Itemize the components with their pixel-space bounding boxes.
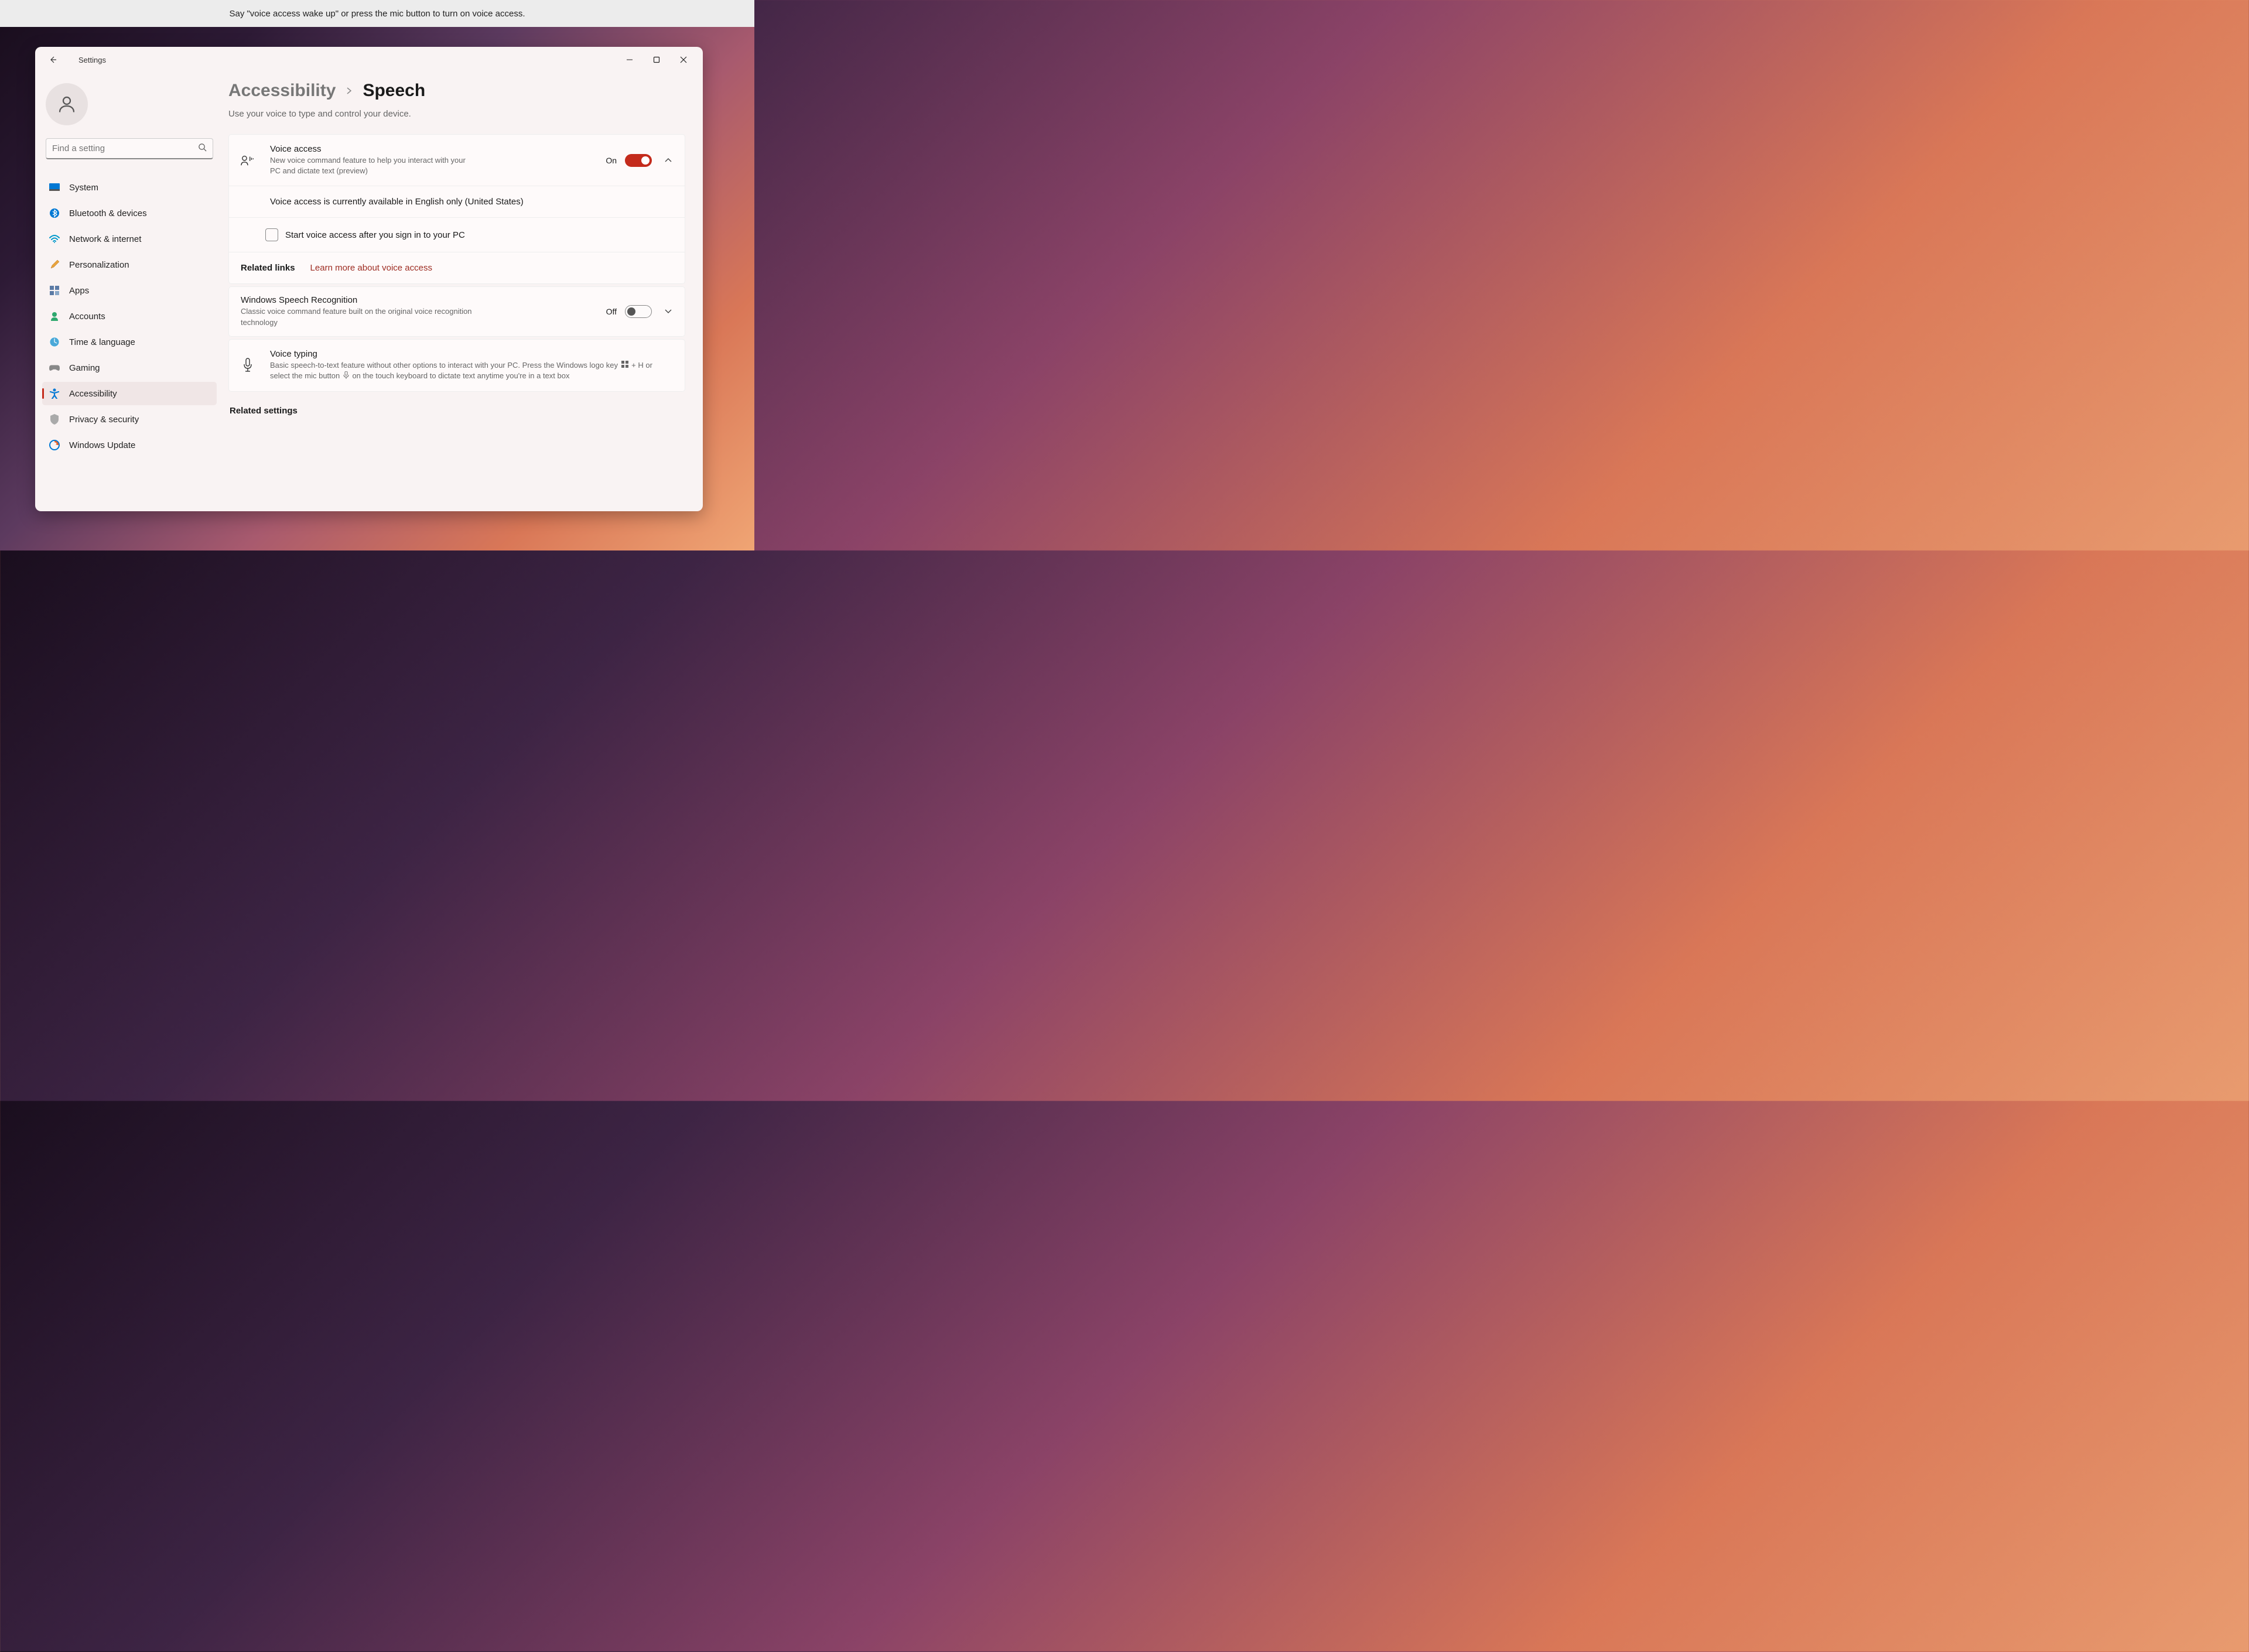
sidebar-item-label: Network & internet [69,234,141,244]
voice-typing-row: Voice typing Basic speech-to-text featur… [229,340,685,391]
maximize-button[interactable] [643,50,670,69]
banner-text: Say "voice access wake up" or press the … [229,9,525,19]
chevron-down-icon[interactable] [664,309,673,314]
sidebar-item-time-language[interactable]: Time & language [42,330,217,354]
sidebar-item-privacy[interactable]: Privacy & security [42,408,217,431]
search-icon [198,143,207,155]
close-button[interactable] [670,50,697,69]
sidebar-item-accessibility[interactable]: Accessibility [42,382,217,405]
wsr-row[interactable]: Windows Speech Recognition Classic voice… [229,287,685,336]
shield-icon [49,414,60,425]
voice-access-title: Voice access [270,144,606,154]
sidebar-item-label: Privacy & security [69,415,139,425]
mic-icon [241,358,255,373]
chevron-right-icon [345,83,353,98]
wsr-title: Windows Speech Recognition [241,295,606,305]
update-icon [49,440,60,450]
learn-more-link[interactable]: Learn more about voice access [310,263,432,273]
windows-key-icon [621,360,628,371]
voice-access-header-row[interactable]: Voice access New voice command feature t… [229,135,685,186]
sidebar-item-personalization[interactable]: Personalization [42,253,217,276]
wsr-description: Classic voice command feature built on t… [241,306,475,327]
wsr-toggle[interactable] [625,305,652,318]
voice-access-autostart-row[interactable]: Start voice access after you sign in to … [229,217,685,252]
sidebar-item-label: Time & language [69,337,135,347]
wifi-icon [49,234,60,244]
sidebar-item-label: Apps [69,286,89,296]
sidebar-item-bluetooth[interactable]: Bluetooth & devices [42,201,217,225]
minimize-button[interactable] [616,50,643,69]
voice-access-availability-note: Voice access is currently available in E… [229,186,685,217]
voice-access-related-links: Related links Learn more about voice acc… [229,252,685,283]
clock-globe-icon [49,337,60,347]
related-links-label: Related links [241,263,295,273]
sidebar: System Bluetooth & devices Network & int… [35,73,224,511]
sidebar-item-label: Personalization [69,260,129,270]
back-button[interactable] [48,55,57,64]
sidebar-item-accounts[interactable]: Accounts [42,305,217,328]
voice-access-icon [241,154,255,167]
search-box[interactable] [46,138,213,159]
sidebar-item-label: System [69,183,98,193]
chevron-up-icon[interactable] [664,158,673,163]
voice-access-toggle[interactable] [625,154,652,167]
search-input[interactable] [52,143,198,153]
autostart-checkbox[interactable] [265,228,278,241]
bluetooth-icon [49,208,60,218]
titlebar: Settings [35,47,703,73]
system-icon [49,182,60,193]
breadcrumb-current: Speech [363,81,425,101]
sidebar-item-label: Windows Update [69,440,135,450]
breadcrumb: Accessibility Speech [228,81,685,101]
user-avatar[interactable] [46,83,88,125]
sidebar-item-label: Accounts [69,312,105,321]
desktop-wallpaper: Settings [0,27,754,550]
mic-small-icon [343,371,349,382]
voice-access-description: New voice command feature to help you in… [270,155,469,176]
paintbrush-icon [49,259,60,270]
sidebar-item-label: Bluetooth & devices [69,208,147,218]
wsr-state-label: Off [606,307,617,316]
sidebar-item-gaming[interactable]: Gaming [42,356,217,379]
settings-window: Settings [35,47,703,511]
voice-typing-description: Basic speech-to-text feature without oth… [270,360,673,382]
main-content: Accessibility Speech Use your voice to t… [224,73,703,511]
apps-icon [49,285,60,296]
voice-access-state-label: On [606,156,617,165]
accounts-icon [49,311,60,321]
voice-typing-card: Voice typing Basic speech-to-text featur… [228,339,685,392]
voice-access-card: Voice access New voice command feature t… [228,134,685,284]
autostart-label: Start voice access after you sign in to … [285,230,465,240]
sidebar-item-system[interactable]: System [42,176,217,199]
window-title: Settings [78,56,106,64]
voice-typing-title: Voice typing [270,349,673,359]
related-settings-heading: Related settings [230,406,685,416]
sidebar-item-network[interactable]: Network & internet [42,227,217,251]
wsr-card: Windows Speech Recognition Classic voice… [228,286,685,336]
sidebar-item-apps[interactable]: Apps [42,279,217,302]
sidebar-item-label: Gaming [69,363,100,373]
voice-access-banner: Say "voice access wake up" or press the … [0,0,754,27]
gamepad-icon [49,362,60,373]
breadcrumb-parent[interactable]: Accessibility [228,81,336,101]
accessibility-icon [49,388,60,399]
sidebar-item-label: Accessibility [69,389,117,399]
page-description: Use your voice to type and control your … [228,109,685,119]
sidebar-item-windows-update[interactable]: Windows Update [42,433,217,457]
